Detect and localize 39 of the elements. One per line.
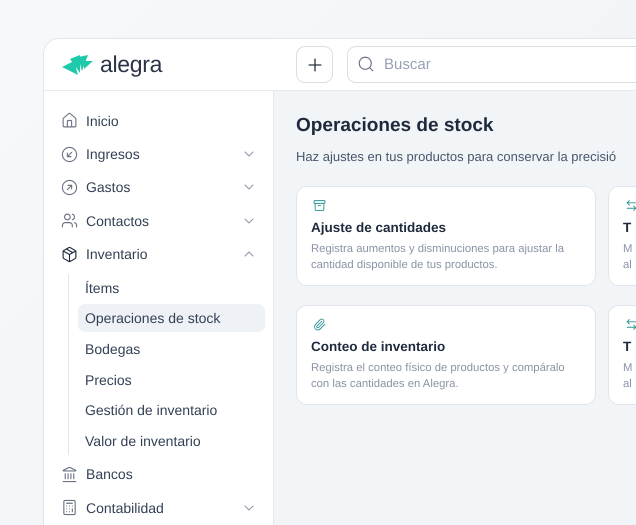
add-button[interactable] [296, 46, 333, 83]
sidebar-subitem[interactable]: Operaciones de stock [78, 304, 265, 332]
sidebar-subitem[interactable]: Precios [78, 366, 265, 394]
card-title: T [623, 220, 632, 236]
home-icon [61, 112, 78, 130]
card-description: M al [623, 242, 632, 273]
sidebar-item[interactable]: Bancos [44, 458, 273, 492]
users-icon [61, 212, 78, 230]
sidebar-subitem[interactable]: Valor de inventario [78, 427, 265, 456]
sidebar-subitem[interactable]: Gestión de inventario [78, 396, 265, 424]
sidebar-subitem[interactable]: Bodegas [78, 335, 265, 364]
sidebar-item[interactable]: Contabilidad [44, 491, 273, 525]
search-field[interactable]: Buscar [347, 46, 636, 83]
search-icon [357, 55, 375, 73]
bank-icon [61, 466, 78, 483]
card-title: Conteo de inventario [311, 339, 446, 354]
option-card[interactable]: T M al [608, 186, 636, 286]
sidebar-subitem[interactable]: Ítems [78, 274, 265, 302]
card-description: Registra el conteo físico de productos y compáralo con las cantidades en Alegra. [311, 361, 566, 392]
card-title: Ajuste de cantidades [311, 220, 446, 236]
option-card[interactable]: T M al [608, 305, 636, 405]
card-description: M al [623, 361, 632, 392]
card-title: T [623, 339, 632, 354]
card-description: Registra aumentos y disminuciones para ajustar la cantidad disponible de tus productos. [311, 242, 566, 273]
option-card[interactable]: Ajuste de cantidades Registra aumentos y disminuciones para ajustar la cantidad disponible de tus productos. [296, 186, 596, 286]
sidebar-item[interactable]: Inventario [44, 238, 273, 271]
sidebar-item[interactable]: Contactos [44, 204, 273, 238]
sidebar-item[interactable]: Ingresos [44, 137, 273, 171]
option-card[interactable]: Conteo de inventario Registra el conteo físico de productos y compáralo con las cantidades en Alegra. [296, 305, 596, 405]
logo-icon [60, 52, 94, 76]
sidebar-item[interactable]: Inicio [44, 104, 273, 138]
calculator-icon [61, 499, 78, 516]
paperclip-icon [311, 318, 328, 332]
page-title: Operaciones de stock [296, 115, 494, 137]
box-icon [61, 246, 78, 263]
logo-text: alegra [100, 51, 162, 78]
archive-icon [311, 199, 328, 212]
sidebar-item[interactable]: Gastos [44, 170, 273, 204]
page-subtitle: Haz ajustes en tus productos para conservar la precisió [296, 149, 618, 164]
